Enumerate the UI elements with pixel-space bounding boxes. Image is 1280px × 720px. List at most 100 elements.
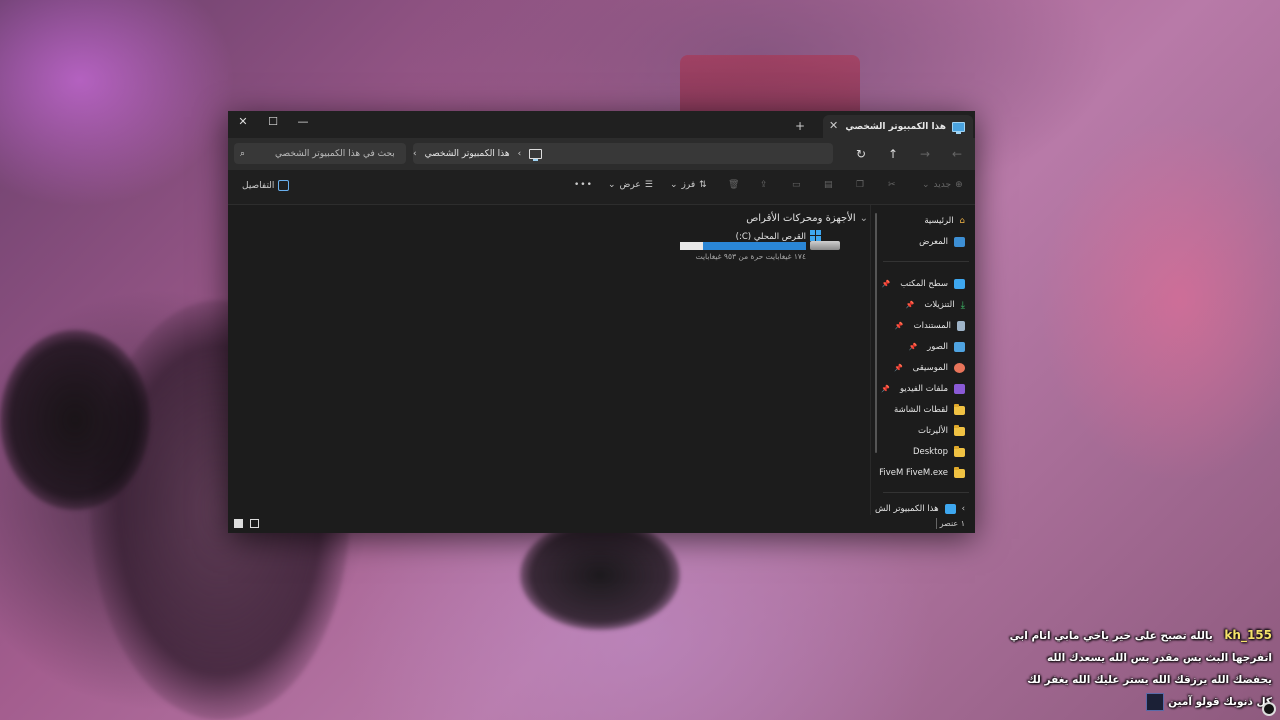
chevron-down-icon: ⌄ (608, 180, 616, 190)
sidebar-item-alerts[interactable]: الأليرتات (918, 423, 965, 439)
paste-icon[interactable]: ▤ (824, 180, 833, 190)
chat-text: يالله تصبح على خير ياخي مابي انام ابي (1009, 630, 1213, 642)
rename-icon[interactable]: ▭ (792, 180, 801, 190)
breadcrumb-expand[interactable]: › (413, 149, 417, 159)
pin-icon: 📌 (881, 385, 890, 393)
sidebar-label: سطح المكتب (900, 279, 948, 289)
large-icons-view-icon[interactable] (234, 519, 243, 528)
view-label: عرض (619, 180, 641, 190)
overlay-logo-icon (1262, 702, 1276, 716)
stream-chat-message: kh_155 يالله تصبح على خير ياخي مابي انام… (972, 624, 1272, 713)
plus-circle-icon: ⊕ (955, 180, 963, 190)
sidebar-label: ملفات الفيديو (900, 384, 948, 394)
document-icon (957, 321, 965, 331)
minimize-button[interactable]: — (288, 111, 318, 131)
sidebar-item-this-pc[interactable]: › هذا الكمبيوتر الش (875, 503, 965, 515)
chat-text: كل ذنوبك قولو آمين (1168, 696, 1272, 708)
background-shape (520, 520, 680, 630)
view-button[interactable]: ⌄ عرض ☰ (608, 180, 653, 190)
sidebar-label: المعرض (919, 237, 948, 247)
cut-icon[interactable]: ✂ (888, 180, 896, 190)
home-icon: ⌂ (959, 216, 965, 226)
sidebar-item-screenshots[interactable]: لقطات الشاشة (894, 402, 965, 418)
delete-icon[interactable]: 🗑 (728, 180, 739, 190)
chat-line: كل ذنوبك قولو آمين (972, 691, 1272, 713)
sidebar-label: التنزيلات (924, 300, 955, 310)
breadcrumb-this-pc[interactable]: هذا الكمبيوتر الشخصي (425, 149, 510, 159)
pin-icon: 📌 (905, 301, 915, 309)
sidebar-item-music[interactable]: الموسيقى 📌 (894, 360, 965, 376)
more-options-button[interactable]: ••• (574, 180, 593, 190)
sidebar-item-videos[interactable]: ملفات الفيديو 📌 (881, 381, 965, 397)
sidebar-label: الموسيقى (912, 363, 948, 373)
sidebar-item-desktop[interactable]: سطح المكتب 📌 (882, 276, 965, 292)
chat-username: kh_155 (1224, 628, 1272, 642)
refresh-icon[interactable]: ↻ (852, 146, 870, 162)
copy-icon[interactable]: ❐ (856, 180, 864, 190)
new-tab-button[interactable]: + (795, 119, 805, 133)
close-window-button[interactable]: ✕ (228, 111, 258, 131)
back-arrow-icon[interactable]: ← (948, 146, 966, 162)
chevron-down-icon: ⌄ (859, 213, 868, 224)
pin-icon: 📌 (893, 364, 903, 372)
sidebar-item-documents[interactable]: المستندات 📌 (895, 318, 965, 334)
sort-button[interactable]: ⌄ فرز ⇅ (670, 180, 707, 190)
new-button[interactable]: ⌄ جديد ⊕ (922, 180, 963, 190)
file-explorer-window: ✕ ☐ — + ✕ هذا الكمبيوتر الشخصي ⌕ بحث في … (228, 111, 975, 533)
sidebar-label: هذا الكمبيوتر الش (874, 504, 939, 514)
command-bar: التفاصيل ••• ⌄ عرض ☰ ⌄ فرز ⇅ 🗑 ⇪ ▭ ▤ ❐ ✂… (228, 170, 975, 205)
pictures-icon (954, 342, 965, 352)
chat-line: اتفرجها البث بس مقدر بس الله يسعدك الله (1047, 652, 1272, 664)
breadcrumb-separator: › (517, 148, 522, 159)
devices-section-header[interactable]: ⌄ الأجهزة ومحركات الأقراص (746, 213, 868, 224)
drive-free-space: ١٧٤ غيغابايت حرة من ٩٥٣ غيغابايت (695, 252, 806, 261)
sidebar-label: المستندات (913, 321, 951, 331)
view-icon: ☰ (644, 180, 653, 190)
chevron-right-icon: › (961, 504, 965, 514)
new-label: جديد (933, 180, 952, 190)
sidebar-item-downloads[interactable]: ⤓ التنزيلات 📌 (906, 297, 965, 313)
drive-c-item[interactable]: القرص المحلي (C:) ١٧٤ غيغابايت حرة من ٩٥… (674, 230, 854, 272)
windows-logo-icon (810, 230, 821, 241)
chevron-down-icon: ⌄ (922, 180, 930, 190)
sidebar-item-pictures[interactable]: الصور 📌 (908, 339, 965, 355)
file-list-area: ⌄ الأجهزة ومحركات الأقراص القرص المحلي (… (228, 205, 868, 515)
tab-this-pc[interactable]: ✕ هذا الكمبيوتر الشخصي (823, 115, 973, 138)
address-bar-row: ⌕ بحث في هذا الكمبيوتر الشخصي › هذا الكم… (228, 138, 975, 170)
sidebar-label: الرئيسية (924, 216, 954, 226)
drive-name: القرص المحلي (C:) (735, 232, 806, 242)
sidebar-item-home[interactable]: ⌂ الرئيسية (924, 213, 965, 229)
search-input[interactable]: ⌕ بحث في هذا الكمبيوتر الشخصي (234, 143, 406, 164)
pin-icon: 📌 (908, 343, 918, 351)
section-title: الأجهزة ومحركات الأقراص (746, 213, 856, 224)
drive-usage-fill (702, 242, 806, 250)
emote-icon (1146, 693, 1165, 711)
music-icon (954, 363, 965, 373)
folder-icon (954, 466, 965, 478)
up-arrow-icon[interactable]: ↑ (884, 146, 902, 162)
details-button[interactable]: التفاصيل (242, 180, 290, 191)
sidebar-item-fivem[interactable]: FiveM FiveM.exe (879, 465, 965, 481)
chat-line: kh_155 يالله تصبح على خير ياخي مابي انام… (972, 624, 1272, 647)
status-divider (936, 518, 937, 529)
folder-icon (954, 445, 965, 457)
details-pane-icon (278, 180, 290, 191)
folder-icon (954, 403, 965, 415)
sidebar-item-desktop-folder[interactable]: Desktop (913, 444, 965, 460)
maximize-button[interactable]: ☐ (258, 111, 288, 131)
tab-close-icon[interactable]: ✕ (829, 119, 838, 132)
sidebar-label: لقطات الشاشة (894, 405, 948, 415)
hard-drive-icon (810, 230, 840, 250)
address-field[interactable]: › هذا الكمبيوتر الشخصي › (413, 143, 833, 164)
sort-label: فرز (681, 180, 696, 190)
details-view-icon[interactable] (250, 519, 259, 528)
sidebar-divider (883, 492, 969, 493)
desktop-icon (954, 279, 965, 289)
details-label: التفاصيل (242, 180, 275, 191)
forward-arrow-icon[interactable]: → (916, 146, 934, 162)
sidebar-scrollbar[interactable] (875, 213, 877, 453)
sidebar-label: الأليرتات (917, 426, 948, 436)
pin-icon: 📌 (894, 322, 904, 330)
sidebar-item-gallery[interactable]: المعرض (919, 234, 965, 250)
share-icon[interactable]: ⇪ (760, 180, 768, 190)
